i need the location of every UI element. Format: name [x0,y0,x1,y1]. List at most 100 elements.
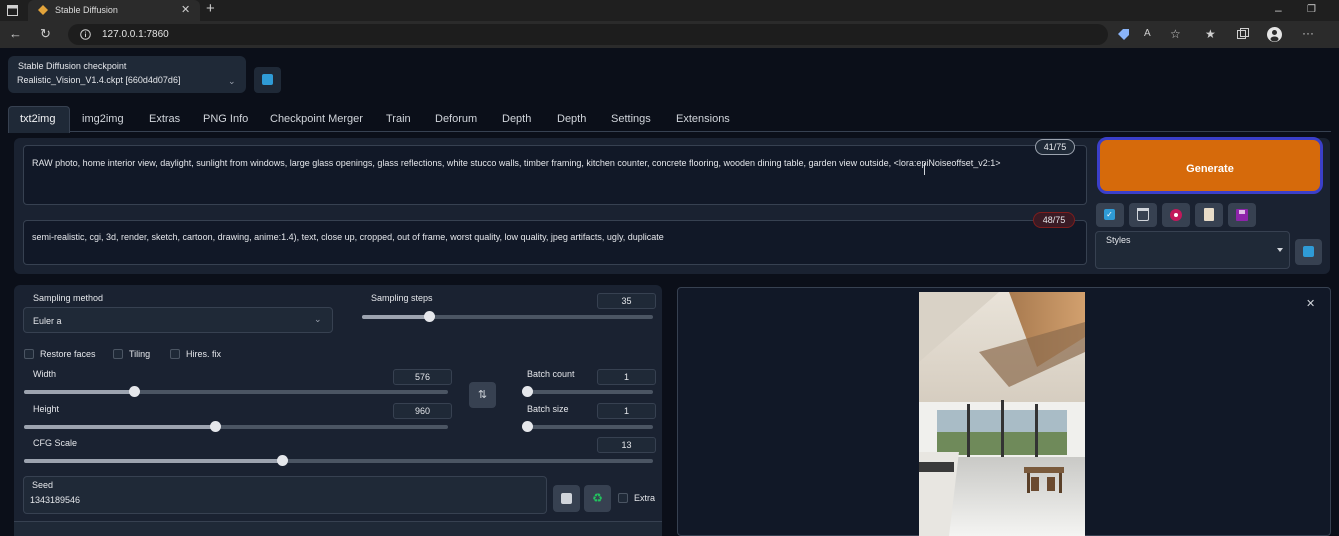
refresh-styles-button[interactable] [1295,239,1322,265]
show-extra-networks-button[interactable] [1162,203,1190,227]
sampling-method-value: Euler a [33,316,62,326]
height-input[interactable]: 960 [393,403,452,419]
close-icon[interactable]: ✕ [1306,297,1315,310]
width-label: Width [33,369,57,379]
trash-icon [1137,208,1149,221]
caret-down-icon [1277,248,1283,252]
tab-img2img[interactable]: img2img [82,113,124,125]
tag-icon[interactable] [1118,29,1129,42]
chevron-down-icon: ⌄ [228,76,236,86]
floppy-disk-icon [1236,209,1248,221]
batch-size-input[interactable]: 1 [597,403,656,419]
new-tab-icon[interactable]: + [206,1,215,16]
arrow-icon: ✓ [1104,209,1115,220]
reload-icon[interactable]: ↻ [40,27,51,40]
random-seed-button[interactable] [553,485,580,512]
tab-depth[interactable]: Depth [502,113,531,125]
tab-bar-border [8,131,1331,132]
more-options-icon[interactable]: ··· [1302,27,1314,39]
tiling-checkbox[interactable] [113,349,123,359]
seed-box: Seed 1343189546 [23,476,547,514]
batch-count-slider[interactable] [522,386,653,397]
slider-thumb[interactable] [209,421,221,432]
restore-faces-checkbox[interactable] [24,349,34,359]
browser-toolbar: ← ↻ 127.0.0.1:7860 A ☆ ★ ··· [0,21,1339,48]
seed-value[interactable]: 1343189546 [30,495,80,505]
checkpoint-label: Stable Diffusion checkpoint [18,61,127,71]
height-slider[interactable] [24,421,448,432]
height-label: Height [33,404,60,414]
tab-train[interactable]: Train [386,113,411,125]
address-bar[interactable]: 127.0.0.1:7860 [68,24,1108,45]
window-menu-icon[interactable] [7,5,18,18]
batch-size-label: Batch size [527,404,569,414]
apply-style-button[interactable] [1195,203,1223,227]
prompt-text: RAW photo, home interior view, daylight,… [32,158,1001,168]
extra-seed-checkbox[interactable] [618,493,628,503]
read-aloud-icon[interactable]: A [1144,28,1151,40]
tab-png-info[interactable]: PNG Info [203,113,248,125]
negative-prompt-token-counter: 48/75 [1033,212,1075,228]
slider-thumb[interactable] [522,386,533,397]
reuse-seed-button[interactable]: ♻ [584,485,611,512]
stable-diffusion-favicon-icon [38,5,48,17]
negative-prompt-text: semi-realistic, cgi, 3d, render, sketch,… [32,232,664,242]
sampling-steps-input[interactable]: 35 [597,293,656,309]
swap-dimensions-button[interactable]: ⇅ [469,382,496,408]
sampling-steps-slider[interactable] [362,311,653,322]
collections-icon[interactable] [1237,28,1249,42]
tab-deforum[interactable]: Deforum [435,113,477,125]
generated-image[interactable] [919,292,1085,536]
script-panel-edge [14,521,662,536]
refresh-checkpoint-button[interactable] [254,67,281,93]
cfg-scale-input[interactable]: 13 [597,437,656,453]
save-style-button[interactable] [1228,203,1256,227]
negative-prompt-input[interactable]: semi-realistic, cgi, 3d, render, sketch,… [23,220,1087,265]
hires-fix-label: Hires. fix [186,349,222,359]
cfg-scale-slider[interactable] [24,455,653,466]
tab-depth-2[interactable]: Depth [557,113,586,125]
favorites-icon[interactable]: ★ [1205,28,1216,40]
url-text: 127.0.0.1:7860 [102,29,169,40]
cfg-scale-label: CFG Scale [33,438,78,448]
styles-label: Styles [1106,235,1131,245]
batch-count-label: Batch count [527,369,575,379]
styles-dropdown[interactable]: Styles [1095,231,1290,269]
add-favorite-icon[interactable]: ☆ [1170,28,1181,40]
sampling-steps-label: Sampling steps [371,293,433,303]
browser-tab-bar: Stable Diffusion ✕ + – ❐ [0,0,1339,21]
text-cursor-icon [924,163,925,175]
seed-label: Seed [32,480,54,490]
refresh-icon [1303,246,1314,257]
prompt-input[interactable]: RAW photo, home interior view, daylight,… [23,145,1087,205]
slider-thumb[interactable] [276,455,288,466]
recycle-icon: ♻ [592,491,603,505]
back-icon[interactable]: ← [9,27,22,40]
batch-count-input[interactable]: 1 [597,369,656,385]
clear-prompt-button[interactable] [1129,203,1157,227]
minimize-icon[interactable]: – [1275,4,1282,16]
generate-button[interactable]: Generate [1097,137,1323,194]
tab-checkpoint-merger[interactable]: Checkpoint Merger [270,113,363,125]
batch-size-slider[interactable] [522,421,653,432]
close-tab-icon[interactable]: ✕ [181,4,190,16]
hires-fix-checkbox[interactable] [170,349,180,359]
restore-icon[interactable]: ❐ [1307,4,1316,16]
tab-extras[interactable]: Extras [149,113,180,125]
tab-label-txt2img: txt2img [20,113,56,125]
tab-extensions[interactable]: Extensions [676,113,730,125]
browser-tab[interactable]: Stable Diffusion ✕ [28,0,200,21]
slider-thumb[interactable] [522,421,533,432]
read-params-button[interactable]: ✓ [1096,203,1124,227]
profile-avatar-icon[interactable] [1267,27,1282,44]
swap-arrows-icon: ⇅ [477,389,488,401]
checkpoint-panel: Stable Diffusion checkpoint Realistic_Vi… [8,56,246,93]
checkpoint-dropdown[interactable]: Realistic_Vision_V1.4.ckpt [660d4d07d6] … [8,71,246,91]
sampling-method-dropdown[interactable]: Euler a ⌄ [23,307,333,333]
width-input[interactable]: 576 [393,369,452,385]
tab-settings[interactable]: Settings [611,113,651,125]
extra-seed-label: Extra [634,493,656,503]
slider-thumb[interactable] [423,311,435,322]
width-slider[interactable] [24,386,448,397]
sampling-method-label: Sampling method [33,293,104,303]
